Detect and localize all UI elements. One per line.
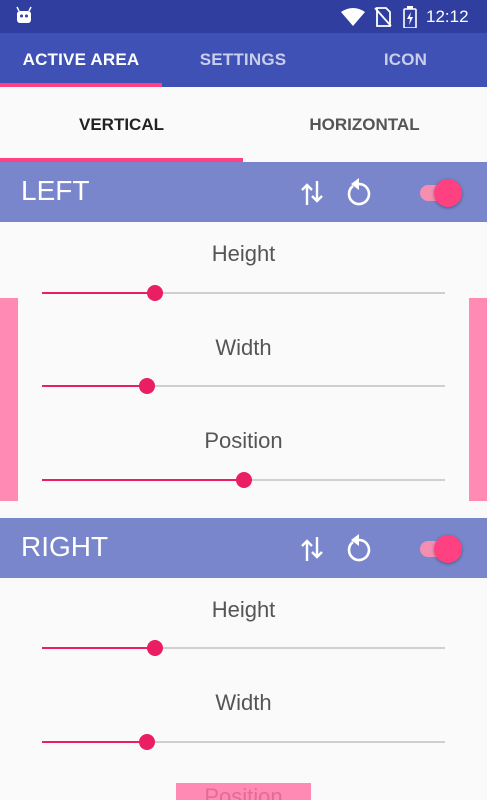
right-height-label: Height: [211, 597, 276, 622]
slider-knob[interactable]: [139, 734, 155, 750]
reset-icon[interactable]: [345, 177, 373, 212]
reset-icon[interactable]: [345, 533, 373, 568]
left-edge-preview: [0, 298, 18, 501]
slider-knob[interactable]: [147, 640, 163, 656]
right-position-label: Position: [176, 783, 311, 800]
slider-fill: [42, 479, 244, 481]
tab-vertical[interactable]: VERTICAL: [0, 87, 243, 162]
slider-fill: [42, 647, 155, 649]
status-clock: 12:12: [426, 7, 469, 26]
left-position-slider[interactable]: [42, 468, 445, 492]
tab-horizontal[interactable]: HORIZONTAL: [243, 87, 486, 162]
switch-thumb: [434, 179, 462, 207]
right-edge-preview: [469, 298, 487, 501]
right-height-slider[interactable]: [42, 636, 445, 660]
slider-knob[interactable]: [147, 285, 163, 301]
slider-fill: [42, 385, 147, 387]
swap-vertical-icon[interactable]: [300, 179, 324, 212]
left-height-slider[interactable]: [42, 281, 445, 305]
swap-vertical-icon[interactable]: [300, 535, 324, 568]
right-width-label: Width: [215, 690, 272, 715]
battery-charging-icon: [403, 6, 417, 33]
tab-active-area[interactable]: ACTIVE AREA: [0, 33, 162, 87]
tab-settings[interactable]: SETTINGS: [162, 33, 324, 87]
right-width-slider[interactable]: [42, 730, 445, 754]
left-section-header: LEFT: [0, 162, 487, 222]
left-width-label: Width: [215, 335, 272, 360]
status-bar: 12:12: [0, 0, 487, 33]
right-section-header: RIGHT: [0, 518, 487, 578]
no-sim-icon: [374, 7, 392, 32]
left-enable-switch[interactable]: [420, 179, 464, 207]
slider-fill: [42, 741, 147, 743]
slider-fill: [42, 292, 155, 294]
main-tab-bar: ACTIVE AREA SETTINGS ICON: [0, 33, 487, 87]
right-position-label-text: Position: [204, 784, 283, 800]
left-section-title: LEFT: [21, 175, 90, 206]
android-icon: [14, 6, 34, 31]
wifi-icon: [341, 8, 365, 31]
switch-thumb: [434, 535, 462, 563]
right-section-title: RIGHT: [21, 531, 109, 562]
sub-tab-bar: VERTICAL HORIZONTAL: [0, 87, 487, 162]
slider-knob[interactable]: [139, 378, 155, 394]
right-enable-switch[interactable]: [420, 535, 464, 563]
tab-icon[interactable]: ICON: [324, 33, 487, 87]
left-width-slider[interactable]: [42, 374, 445, 398]
left-position-label: Position: [204, 428, 283, 453]
slider-knob[interactable]: [236, 472, 252, 488]
left-height-label: Height: [211, 241, 276, 266]
